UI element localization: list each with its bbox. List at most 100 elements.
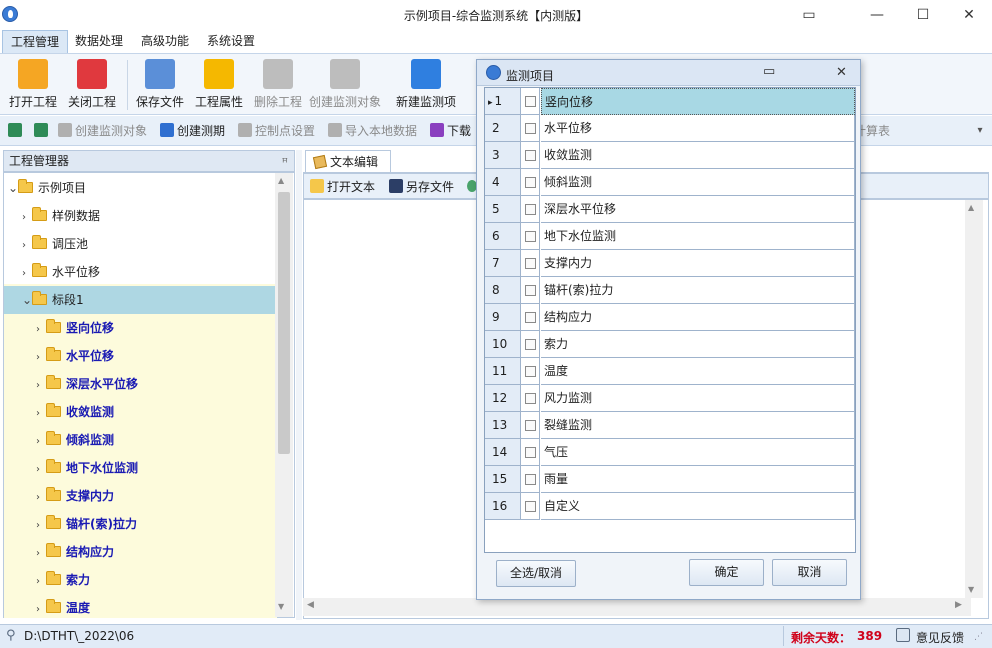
chevron-right-icon[interactable]: › <box>36 372 46 400</box>
chevron-right-icon[interactable]: › <box>36 456 46 484</box>
row-checkbox[interactable] <box>525 285 536 296</box>
row-number[interactable]: 12 <box>485 385 521 412</box>
tree-scrollbar-thumb[interactable] <box>278 192 290 454</box>
feedback-link[interactable]: 意见反馈 <box>916 629 964 646</box>
tab-text-editor[interactable]: 文本编辑 <box>305 150 391 173</box>
row-checkbox-cell[interactable] <box>521 115 540 142</box>
row-checkbox[interactable] <box>525 366 536 377</box>
toolbar-button-3[interactable]: 创建测期 <box>160 121 225 141</box>
row-checkbox-cell[interactable] <box>521 466 540 493</box>
grid-row[interactable]: 7 支撑内力 <box>485 250 855 277</box>
menu-system-settings[interactable]: 系统设置 <box>199 30 263 53</box>
panel-splitter[interactable] <box>296 150 302 620</box>
grid-row[interactable]: 11 温度 <box>485 358 855 385</box>
row-checkbox[interactable] <box>525 258 536 269</box>
ok-button[interactable]: 确定 <box>689 559 764 586</box>
ribbon-button-1[interactable]: 关闭工程 <box>61 57 123 110</box>
scroll-down-icon[interactable]: ▼ <box>968 585 974 594</box>
tree-node[interactable]: › 调压池 <box>4 230 275 258</box>
row-checkbox-cell[interactable] <box>521 439 540 466</box>
chevron-down-icon[interactable]: ⌄ <box>8 174 18 202</box>
monitoring-item-name[interactable]: 裂缝监测 <box>541 412 855 439</box>
open-text-button[interactable]: 打开文本 <box>310 177 375 197</box>
toolbar-button-2[interactable]: 创建监测对象 <box>58 121 147 141</box>
row-number[interactable]: 2 <box>485 115 521 142</box>
pin-icon[interactable]: ꟸ <box>282 153 288 173</box>
tree-node[interactable]: › 竖向位移 <box>4 314 275 342</box>
chevron-right-icon[interactable]: › <box>22 232 32 260</box>
row-checkbox-cell[interactable] <box>521 88 540 115</box>
tree-node[interactable]: › 索力 <box>4 566 275 594</box>
grid-row[interactable]: 10 索力 <box>485 331 855 358</box>
row-checkbox[interactable] <box>525 393 536 404</box>
menu-advanced[interactable]: 高级功能 <box>133 30 197 53</box>
minimize-button[interactable]: — <box>854 0 900 30</box>
row-checkbox[interactable] <box>525 96 536 107</box>
row-number[interactable]: 4 <box>485 169 521 196</box>
monitoring-item-name[interactable]: 收敛监测 <box>541 142 855 169</box>
tree-node[interactable]: ⌄ 示例项目 <box>4 174 275 202</box>
row-checkbox[interactable] <box>525 204 536 215</box>
ribbon-button-3[interactable]: 工程属性 <box>188 57 250 110</box>
tree-node[interactable]: › 支撑内力 <box>4 482 275 510</box>
tree-node[interactable]: › 倾斜监测 <box>4 426 275 454</box>
ribbon-button-5[interactable]: 创建监测对象 <box>306 57 384 110</box>
row-checkbox-cell[interactable] <box>521 385 540 412</box>
toolbar-button-0[interactable] <box>8 121 25 141</box>
row-checkbox-cell[interactable] <box>521 142 540 169</box>
grid-row[interactable]: ▸ 1 竖向位移 <box>485 88 855 115</box>
menu-project-management[interactable]: 工程管理 <box>2 30 69 53</box>
tree-node[interactable]: › 收敛监测 <box>4 398 275 426</box>
tree-node[interactable]: ⌄ 标段1 <box>4 286 275 314</box>
chevron-right-icon[interactable]: › <box>36 568 46 596</box>
menu-data-processing[interactable]: 数据处理 <box>67 30 131 53</box>
chevron-right-icon[interactable]: › <box>22 204 32 232</box>
monitoring-item-name[interactable]: 支撑内力 <box>541 250 855 277</box>
grid-row[interactable]: 12 风力监测 <box>485 385 855 412</box>
monitoring-item-name[interactable]: 风力监测 <box>541 385 855 412</box>
row-checkbox[interactable] <box>525 474 536 485</box>
tree-node[interactable]: › 地下水位监测 <box>4 454 275 482</box>
row-checkbox-cell[interactable] <box>521 412 540 439</box>
ribbon-button-2[interactable]: 保存文件 <box>129 57 191 110</box>
row-number[interactable]: 7 <box>485 250 521 277</box>
row-number[interactable]: 16 <box>485 493 521 520</box>
editor-vertical-scrollbar[interactable] <box>965 200 983 598</box>
restore-layout-icon[interactable]: ▭ <box>786 0 832 30</box>
monitoring-item-name[interactable]: 雨量 <box>541 466 855 493</box>
grid-row[interactable]: 2 水平位移 <box>485 115 855 142</box>
row-checkbox-cell[interactable] <box>521 223 540 250</box>
row-number[interactable]: 5 <box>485 196 521 223</box>
row-checkbox[interactable] <box>525 501 536 512</box>
monitoring-item-name[interactable]: 深层水平位移 <box>541 196 855 223</box>
grid-row[interactable]: 9 结构应力 <box>485 304 855 331</box>
row-number[interactable]: ▸ 1 <box>485 88 521 115</box>
row-checkbox[interactable] <box>525 177 536 188</box>
row-number[interactable]: 13 <box>485 412 521 439</box>
chevron-right-icon[interactable]: › <box>36 596 46 624</box>
row-checkbox[interactable] <box>525 123 536 134</box>
row-checkbox-cell[interactable] <box>521 331 540 358</box>
monitoring-item-name[interactable]: 倾斜监测 <box>541 169 855 196</box>
save-as-button[interactable]: 另存文件 <box>389 177 454 197</box>
chevron-right-icon[interactable]: › <box>36 484 46 512</box>
resize-grip-icon[interactable]: ⋰ <box>974 632 983 642</box>
row-checkbox-cell[interactable] <box>521 493 540 520</box>
monitoring-item-name[interactable]: 索力 <box>541 331 855 358</box>
grid-row[interactable]: 16 自定义 <box>485 493 855 520</box>
row-checkbox-cell[interactable] <box>521 169 540 196</box>
grid-row[interactable]: 4 倾斜监测 <box>485 169 855 196</box>
ribbon-button-6[interactable]: 新建监测项 <box>389 57 463 110</box>
grid-row[interactable]: 6 地下水位监测 <box>485 223 855 250</box>
grid-row[interactable]: 14 气压 <box>485 439 855 466</box>
chevron-right-icon[interactable]: › <box>36 512 46 540</box>
tree-node[interactable]: › 深层水平位移 <box>4 370 275 398</box>
toolbar-button-4[interactable]: 控制点设置 <box>238 121 315 141</box>
row-number[interactable]: 9 <box>485 304 521 331</box>
grid-row[interactable]: 5 深层水平位移 <box>485 196 855 223</box>
monitoring-item-name[interactable]: 锚杆(索)拉力 <box>541 277 855 304</box>
chevron-right-icon[interactable]: › <box>36 344 46 372</box>
row-number[interactable]: 3 <box>485 142 521 169</box>
tree-node[interactable]: › 样例数据 <box>4 202 275 230</box>
monitoring-item-name[interactable]: 气压 <box>541 439 855 466</box>
